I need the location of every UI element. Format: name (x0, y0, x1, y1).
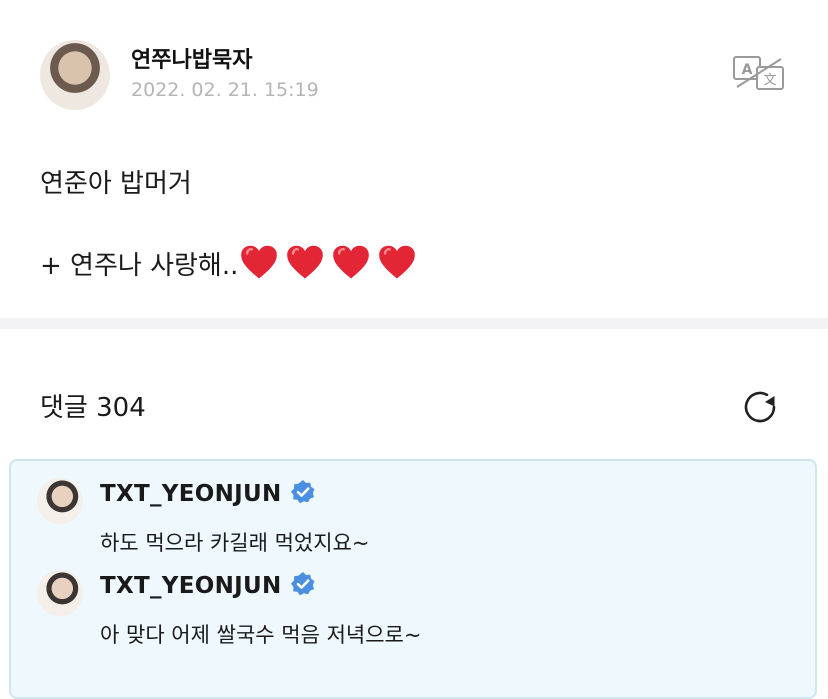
commenter-avatar[interactable] (37, 478, 83, 524)
author-name[interactable]: 연쭈나밥묵자 (131, 42, 252, 74)
refresh-icon[interactable] (739, 386, 781, 428)
post-line-2-text: + 연주나 사랑해.. (40, 251, 239, 281)
highlighted-comments: TXT_YEONJUN 하도 먹으라 카길래 먹었지요~ TXT_YEONJUN… (9, 459, 817, 699)
commenter-name[interactable]: TXT_YEONJUN (100, 479, 316, 507)
post-line-1: 연준아 밥머거 (40, 169, 192, 199)
commenter-name-text[interactable]: TXT_YEONJUN (100, 481, 282, 507)
verified-badge-icon (290, 572, 315, 596)
post-line-gap (40, 206, 800, 244)
verified-badge-icon (290, 480, 315, 504)
section-divider (0, 318, 828, 329)
translate-icon[interactable]: A 文 (733, 56, 785, 90)
heart-emoji-icon (333, 245, 370, 279)
post-timestamp: 2022. 02. 21. 15:19 (131, 79, 319, 101)
post-body: 연준아 밥머거 + 연주나 사랑해.. (40, 162, 800, 288)
heart-emoji-icon (287, 245, 324, 279)
svg-text:文: 文 (763, 73, 776, 88)
author-avatar[interactable] (40, 40, 110, 110)
commenter-name[interactable]: TXT_YEONJUN (100, 571, 316, 599)
commenter-avatar[interactable] (37, 570, 83, 616)
comment-text: 아 맞다 어제 쌀국수 먹음 저녁으로~ (100, 623, 422, 647)
commenter-name-text[interactable]: TXT_YEONJUN (100, 573, 282, 599)
heart-emoji-icon (379, 245, 416, 279)
post-line-2: + 연주나 사랑해.. (40, 244, 800, 288)
comments-count: 댓글 304 (40, 393, 146, 423)
heart-emoji-icon (241, 245, 278, 279)
post-header: 연쭈나밥묵자 2022. 02. 21. 15:19 A 文 (0, 0, 828, 130)
comment-text: 하도 먹으라 카길래 먹었지요~ (100, 531, 370, 555)
heart-emoji-row (240, 244, 416, 282)
svg-text:A: A (742, 62, 753, 78)
